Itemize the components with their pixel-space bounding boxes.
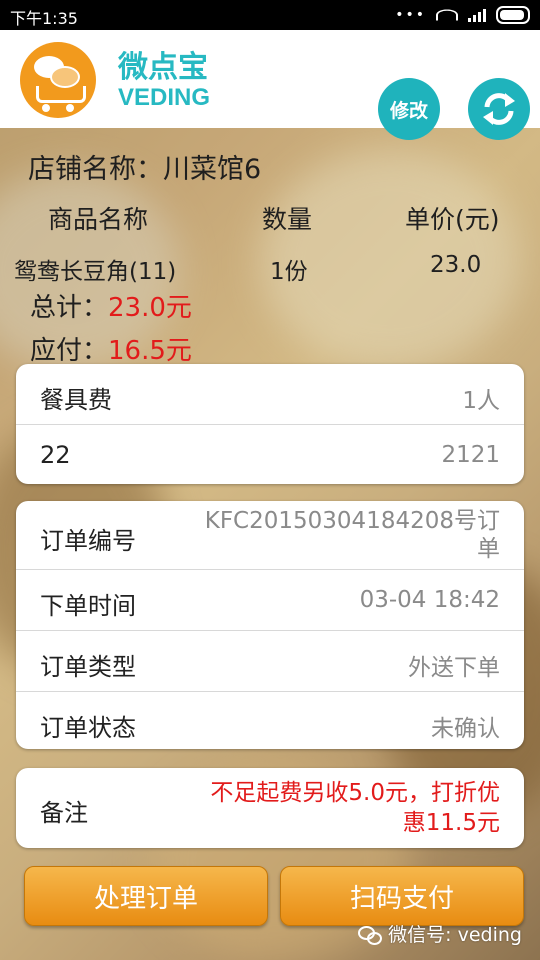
order-type-value: 外送下单: [408, 655, 500, 681]
logo-cart-chat-icon: [20, 42, 96, 118]
remark-row: 备注 不足起费另收5.0元，打折优 惠11.5元: [16, 768, 524, 848]
refresh-icon: [483, 93, 515, 125]
header-unit-price: 单价(元): [405, 205, 500, 234]
header-quantity: 数量: [262, 205, 313, 234]
order-status-label: 订单状态: [40, 714, 136, 742]
status-icons: •••: [395, 6, 530, 24]
fee-label: 22: [40, 441, 71, 469]
app-header: 微点宝 VEDING 修改: [0, 30, 540, 140]
scan-pay-button[interactable]: 扫码支付: [280, 866, 524, 926]
watermark-text: 微信号: veding: [388, 924, 522, 946]
item-quantity: 1份: [270, 259, 308, 285]
payable-value: 16.5元: [108, 336, 192, 366]
brand-name-en: VEDING: [118, 84, 211, 111]
process-order-button[interactable]: 处理订单: [24, 866, 268, 926]
signal-icon: [468, 8, 486, 22]
battery-icon: [496, 6, 530, 24]
order-number-row: 订单编号 KFC20150304184208号订 单: [16, 501, 524, 570]
total-label: 总计：: [30, 293, 109, 323]
edit-button[interactable]: 修改: [378, 78, 440, 140]
status-time: 下午1:35: [10, 9, 78, 28]
order-number-label: 订单编号: [40, 527, 136, 555]
payable-label: 应付：: [30, 336, 109, 366]
wifi-icon: [436, 9, 458, 21]
order-info-card: 订单编号 KFC20150304184208号订 单 下单时间 03-04 18…: [16, 501, 524, 749]
remark-label: 备注: [40, 799, 88, 827]
item-name: 鸳鸯长豆角(11): [14, 259, 177, 285]
remark-line2: 惠11.5元: [402, 810, 500, 836]
remark-line1: 不足起费另收5.0元，打折优: [210, 780, 500, 806]
fee-row[interactable]: 餐具费 1人: [16, 364, 524, 425]
status-bar: 下午1:35 •••: [0, 0, 540, 30]
fee-row[interactable]: 22 2121: [16, 425, 524, 484]
total-line: 总计：23.0元: [30, 287, 192, 324]
total-value: 23.0元: [108, 293, 192, 323]
notification-dots-icon: •••: [395, 7, 426, 23]
fees-card: 餐具费 1人 22 2121: [16, 364, 524, 484]
payable-line: 应付：16.5元: [30, 330, 192, 367]
order-time-value: 03-04 18:42: [359, 587, 500, 613]
header-product-name: 商品名称: [48, 205, 149, 234]
fee-value: 1人: [462, 388, 500, 414]
order-type-row: 订单类型 外送下单: [16, 631, 524, 692]
refresh-button[interactable]: [468, 78, 530, 140]
remark-card: 备注 不足起费另收5.0元，打折优 惠11.5元: [16, 768, 524, 848]
remark-value: 不足起费另收5.0元，打折优 惠11.5元: [210, 778, 500, 838]
order-status-row: 订单状态 未确认: [16, 692, 524, 749]
item-price: 23.0: [430, 252, 482, 278]
wechat-watermark: 微信号: veding: [358, 920, 522, 947]
order-status-value: 未确认: [431, 716, 500, 742]
order-number-line1: KFC20150304184208号订: [204, 508, 500, 534]
order-time-label: 下单时间: [40, 592, 136, 620]
order-number-value: KFC20150304184208号订 单: [205, 507, 500, 563]
order-time-row: 下单时间 03-04 18:42: [16, 570, 524, 631]
order-number-line2: 单: [477, 536, 500, 562]
order-type-label: 订单类型: [40, 653, 136, 681]
wechat-icon: [358, 924, 383, 945]
fee-value: 2121: [441, 442, 500, 468]
fee-label: 餐具费: [40, 386, 112, 414]
shop-name: 店铺名称：川菜馆6: [28, 154, 262, 185]
brand-name-cn: 微点宝: [118, 50, 208, 85]
